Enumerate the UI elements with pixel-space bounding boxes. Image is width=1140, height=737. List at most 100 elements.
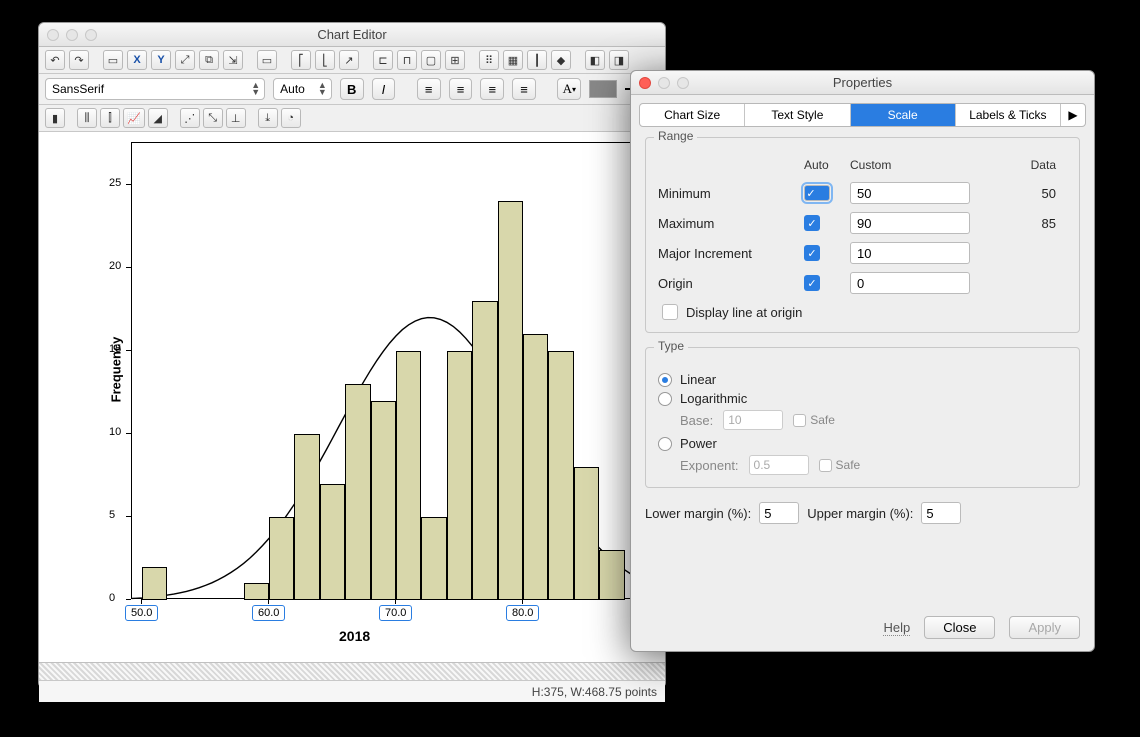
marker-icon[interactable]: ◆: [551, 50, 571, 70]
histogram-bar[interactable]: [498, 201, 523, 600]
transpose-button[interactable]: ⤢: [175, 50, 195, 70]
maximum-custom-input[interactable]: [850, 212, 970, 234]
undo-button[interactable]: ↶: [45, 50, 65, 70]
minimum-data-value: 50: [996, 186, 1056, 201]
log-safe-checkbox: ✓: [793, 414, 806, 427]
align-justify-button[interactable]: ≡: [512, 78, 536, 100]
bar-chart-icon[interactable]: ▮: [45, 108, 65, 128]
tab-chart-size[interactable]: Chart Size: [640, 104, 745, 126]
histogram-bar[interactable]: [294, 434, 319, 600]
panel-icon[interactable]: ⊞: [445, 50, 465, 70]
increment-custom-input[interactable]: [850, 242, 970, 264]
minimum-auto-checkbox[interactable]: ✓: [804, 185, 830, 201]
grid-dots-icon[interactable]: ⠿: [479, 50, 499, 70]
close-icon[interactable]: [639, 77, 651, 89]
bold-button[interactable]: B: [340, 78, 364, 100]
y-tick-label: 15: [109, 343, 121, 355]
lower-margin-input[interactable]: [759, 502, 799, 524]
chart-plot-area[interactable]: [131, 142, 659, 599]
border-bottom-icon[interactable]: ⎣: [315, 50, 335, 70]
bar-icon[interactable]: ⫼: [77, 108, 97, 128]
histogram-bar[interactable]: [345, 384, 370, 600]
histogram-bar[interactable]: [599, 550, 624, 600]
tabs-overflow-button[interactable]: ▶: [1061, 104, 1085, 126]
upper-margin-input[interactable]: [921, 502, 961, 524]
font-size-select[interactable]: Auto ▲▼: [273, 78, 332, 100]
data-label-button[interactable]: ▭: [257, 50, 277, 70]
x-tick-label[interactable]: 70.0: [379, 605, 412, 621]
histogram-bar[interactable]: [244, 583, 269, 600]
increment-auto-checkbox[interactable]: ✓: [804, 245, 820, 261]
grid-icon[interactable]: ▦: [503, 50, 523, 70]
frame-u-icon[interactable]: ⊓: [397, 50, 417, 70]
frame-l-icon[interactable]: ⊏: [373, 50, 393, 70]
redo-button[interactable]: ↷: [69, 50, 89, 70]
x-tick-label[interactable]: 60.0: [252, 605, 285, 621]
display-origin-checkbox[interactable]: [662, 304, 678, 320]
properties-titlebar[interactable]: Properties: [631, 71, 1094, 95]
x-tick-label[interactable]: 80.0: [506, 605, 539, 621]
area-chart-icon[interactable]: ◢: [148, 108, 168, 128]
histogram-bar[interactable]: [371, 401, 396, 600]
x-axis-label[interactable]: 2018: [339, 628, 370, 644]
zoom-icon[interactable]: [85, 29, 97, 41]
line-chart-icon[interactable]: 📈: [123, 108, 145, 128]
italic-button[interactable]: I: [372, 78, 396, 100]
apply-button[interactable]: Apply: [1009, 616, 1080, 639]
pie-chart-icon[interactable]: ◔: [281, 108, 301, 128]
histogram-bar[interactable]: [574, 467, 599, 600]
power-radio[interactable]: [658, 437, 672, 451]
linear-radio[interactable]: [658, 373, 672, 387]
histogram-bar[interactable]: [142, 567, 167, 600]
origin-auto-checkbox[interactable]: ✓: [804, 275, 820, 291]
border-left-icon[interactable]: ⎡: [291, 50, 311, 70]
boxplot-icon[interactable]: ⊥: [226, 108, 246, 128]
minimize-icon[interactable]: [658, 77, 670, 89]
legend-right-icon[interactable]: ◨: [609, 50, 629, 70]
copy-button[interactable]: ⧉: [199, 50, 219, 70]
y-tick-label: 0: [109, 592, 115, 604]
chart-canvas[interactable]: Frequency 2018 Mean = 72.66 Std. Dev. = …: [39, 132, 665, 662]
frame-full-icon[interactable]: ▢: [421, 50, 441, 70]
maximum-auto-checkbox[interactable]: ✓: [804, 215, 820, 231]
x-tick-label[interactable]: 50.0: [125, 605, 158, 621]
scatter-line-icon[interactable]: ⤡: [203, 108, 223, 128]
histogram-bar[interactable]: [421, 517, 446, 600]
vline-icon[interactable]: ┃: [527, 50, 547, 70]
x-axis-button[interactable]: X: [127, 50, 147, 70]
close-button[interactable]: Close: [924, 616, 995, 639]
align-center-button[interactable]: ≡: [449, 78, 473, 100]
minimum-custom-input[interactable]: [850, 182, 970, 204]
fill-color-swatch[interactable]: [589, 80, 616, 98]
align-right-button[interactable]: ≡: [480, 78, 504, 100]
legend-left-icon[interactable]: ◧: [585, 50, 605, 70]
tab-text-style[interactable]: Text Style: [745, 104, 850, 126]
power-safe-label: Safe: [836, 458, 861, 472]
help-link[interactable]: Help: [883, 620, 910, 636]
minimize-icon[interactable]: [66, 29, 78, 41]
histogram-bar[interactable]: [447, 351, 472, 600]
fit-line-icon[interactable]: ↗: [339, 50, 359, 70]
text-color-button[interactable]: A▾: [557, 78, 581, 100]
font-family-select[interactable]: SansSerif ▲▼: [45, 78, 265, 100]
frame-icon[interactable]: ▭: [103, 50, 123, 70]
histogram-icon[interactable]: ⫿: [100, 108, 120, 128]
y-axis-button[interactable]: Y: [151, 50, 171, 70]
align-left-button[interactable]: ≡: [417, 78, 441, 100]
histogram-bar[interactable]: [523, 334, 548, 600]
histogram-bar[interactable]: [472, 301, 497, 600]
tab-scale[interactable]: Scale: [851, 104, 956, 126]
histogram-bar[interactable]: [269, 517, 294, 600]
chart-editor-titlebar[interactable]: Chart Editor: [39, 23, 665, 47]
close-icon[interactable]: [47, 29, 59, 41]
export-button[interactable]: ⇲: [223, 50, 243, 70]
origin-custom-input[interactable]: [850, 272, 970, 294]
histogram-bar[interactable]: [320, 484, 345, 600]
tab-labels-ticks[interactable]: Labels & Ticks: [956, 104, 1061, 126]
scatter-icon[interactable]: ⋰: [180, 108, 200, 128]
drop-line-icon[interactable]: ⤓: [258, 108, 278, 128]
logarithmic-radio[interactable]: [658, 392, 672, 406]
zoom-icon[interactable]: [677, 77, 689, 89]
histogram-bar[interactable]: [548, 351, 573, 600]
histogram-bar[interactable]: [396, 351, 421, 600]
